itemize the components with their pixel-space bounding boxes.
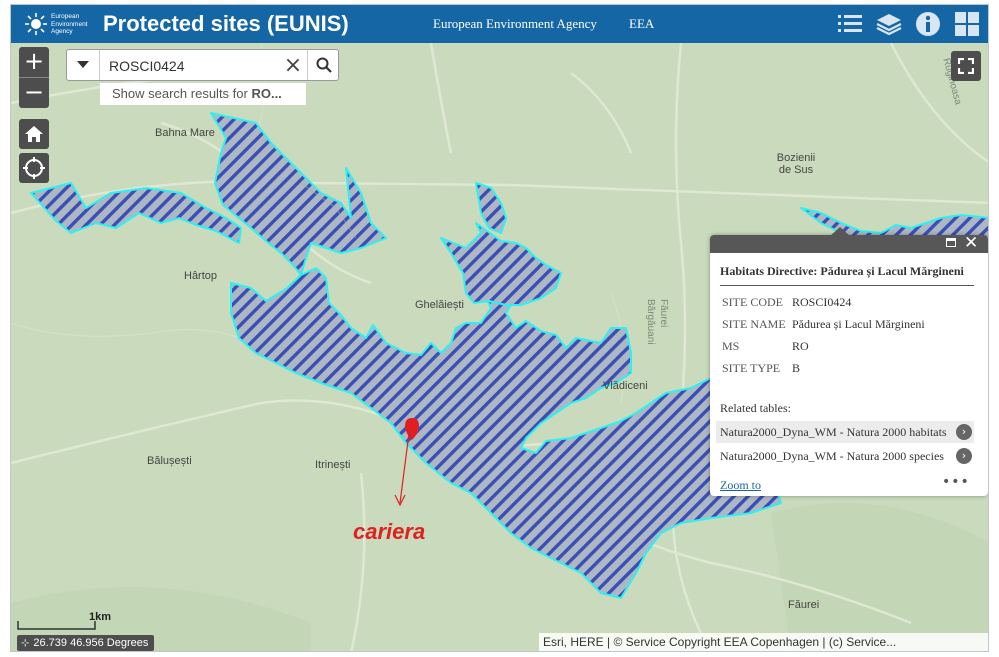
popup-titlebar: ✕ (710, 233, 988, 253)
place-label: Hârtop (184, 270, 218, 282)
related-tables-label: Related tables: (720, 401, 791, 415)
suggestion-prefix: Show search results for (112, 86, 252, 101)
crosshair-icon: ⊹ (21, 638, 30, 649)
app-title: Protected sites (EUNIS) (103, 11, 349, 36)
eea-logo-text: European Environment Agency (51, 13, 88, 36)
map-view[interactable]: Bahna Mare Bozienii de Sus Hârtop Ghelăi… (11, 43, 988, 651)
feature-popup: ✕ Habitats Directive: Pădurea și Lacul M… (710, 227, 988, 496)
place-label: Ghelăiești (415, 299, 464, 311)
eea-link[interactable]: European Environment Agency (433, 16, 597, 32)
logo-line: European (51, 13, 80, 20)
eea-short-link[interactable]: EEA (629, 16, 654, 32)
related-table-link[interactable]: Natura2000_Dyna_WM - Natura 2000 species… (716, 445, 974, 467)
attribute-key: MS (722, 339, 740, 353)
cariera-annotation: cariera (353, 519, 426, 544)
more-actions-icon[interactable]: ••• (942, 474, 970, 490)
suggestion-term: RO... (251, 86, 282, 101)
scale-bar: 1km (17, 611, 111, 636)
info-icon[interactable] (909, 5, 947, 43)
search-input[interactable] (107, 56, 281, 76)
place-label: Itrinești (315, 459, 351, 471)
layers-icon[interactable] (870, 5, 908, 43)
place-label: Bozienii de Sus (776, 152, 816, 176)
attribute-key: SITE CODE (722, 295, 783, 309)
app-window: European Environment Agency Protected si… (10, 4, 989, 652)
attribute-key: SITE NAME (722, 317, 786, 331)
place-label: Bălușești (147, 455, 192, 467)
attribution[interactable]: Esri, HERE | © Service Copyright EEA Cop… (539, 633, 988, 651)
zoom-in-button[interactable]: + (19, 47, 49, 77)
coordinate-readout[interactable]: ⊹ 26.739 46.956 Degrees (17, 635, 155, 651)
chevron-right-icon: › (956, 448, 972, 464)
related-table-link[interactable]: Natura2000_Dyna_WM - Natura 2000 habitat… (716, 421, 974, 443)
app-header: European Environment Agency Protected si… (11, 5, 988, 43)
place-label: Vlădiceni (603, 380, 648, 392)
attribute-key: SITE TYPE (722, 361, 781, 375)
attribute-row: SITE CODE ROSCI0424 (722, 295, 851, 310)
road-label: Făurei (658, 299, 669, 328)
search-suggestion[interactable]: Show search results for RO... (100, 83, 306, 105)
home-button[interactable] (19, 119, 49, 149)
search-source-dropdown[interactable] (67, 50, 100, 80)
caret-down-icon (77, 61, 89, 68)
zoom-controls: + − (19, 47, 49, 108)
close-icon[interactable]: ✕ (964, 233, 978, 253)
search-icon (316, 57, 332, 73)
home-icon (25, 126, 43, 142)
clear-search-button[interactable]: × (279, 50, 307, 80)
logo-line: Environment (51, 20, 88, 28)
road-label: Bărgăuani (645, 299, 656, 345)
locate-button[interactable] (19, 153, 49, 183)
related-table-label: Natura2000_Dyna_WM - Natura 2000 species (720, 449, 944, 463)
apps-grid-icon[interactable] (948, 5, 986, 43)
attribute-value: ROSCI0424 (792, 295, 852, 309)
maximize-icon[interactable] (946, 238, 956, 247)
fullscreen-icon (958, 58, 974, 74)
attribute-value: B (792, 361, 801, 375)
search-button[interactable] (307, 50, 340, 80)
attribute-row: SITE NAME Pădurea și Lacul Mărgineni (722, 317, 925, 332)
attribute-row: MS RO (722, 339, 809, 354)
eea-logo[interactable]: European Environment Agency (25, 11, 105, 39)
popup-title: Habitats Directive: Pădurea și Lacul Măr… (720, 264, 974, 286)
place-label: Bahna Mare (155, 127, 215, 139)
attribute-value: Pădurea și Lacul Mărgineni (792, 317, 925, 331)
search-widget: × (66, 49, 339, 81)
attribute-value: RO (792, 339, 809, 353)
attribute-row: SITE TYPE B (722, 361, 800, 376)
related-table-label: Natura2000_Dyna_WM - Natura 2000 habitat… (720, 425, 947, 439)
zoom-to-link[interactable]: Zoom to (720, 478, 761, 493)
fullscreen-button[interactable] (951, 51, 981, 81)
zoom-out-button[interactable]: − (19, 78, 49, 108)
coordinate-text: 26.739 46.956 Degrees (33, 637, 149, 649)
chevron-right-icon: › (956, 424, 972, 440)
logo-line: Agency (51, 28, 73, 35)
eea-sun-icon (25, 13, 47, 35)
place-label: Făurei (788, 599, 820, 611)
crosshair-icon (23, 157, 45, 179)
scale-label: 1km (89, 611, 112, 623)
list-icon[interactable] (831, 5, 869, 43)
